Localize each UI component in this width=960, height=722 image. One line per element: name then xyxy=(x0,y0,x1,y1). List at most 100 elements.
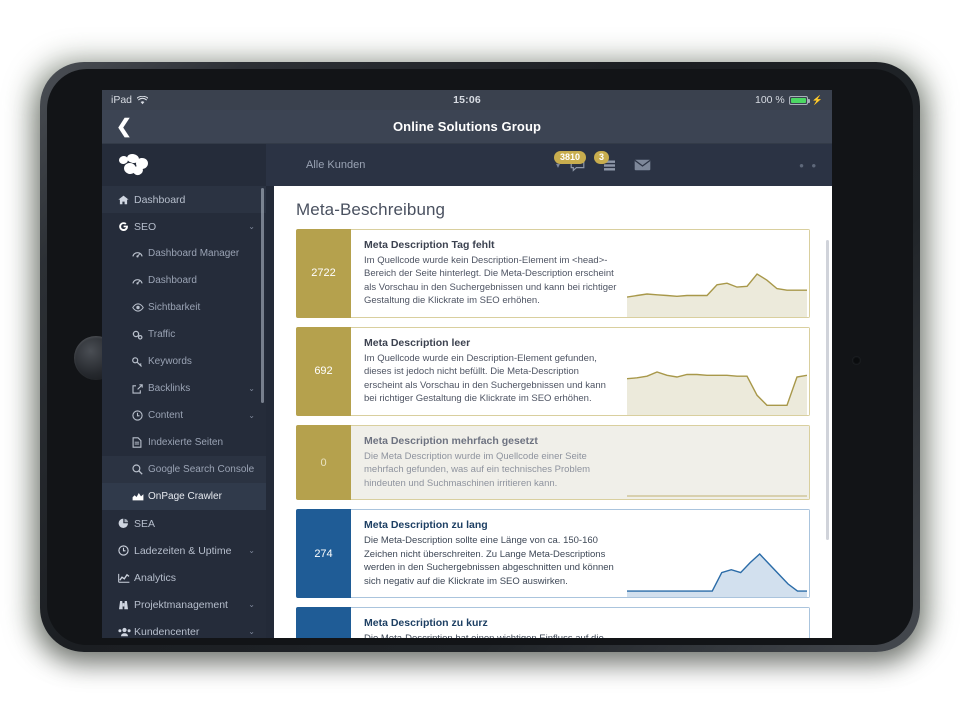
issue-description: Die Meta Description wurde im Quellcode … xyxy=(364,450,591,489)
issue-card[interactable]: 0 Meta Description mehrfach gesetzt Die Me… xyxy=(296,424,810,501)
chevron-down-icon[interactable]: ⌄ xyxy=(248,546,255,555)
battery-icon xyxy=(788,95,810,105)
sidebar-item-label: Dashboard xyxy=(148,275,197,286)
issue-sparkline xyxy=(627,425,809,500)
chevron-left-icon[interactable]: ❮ xyxy=(116,117,132,136)
app-logo-icon xyxy=(118,153,149,177)
users-icon xyxy=(118,627,134,637)
issue-count: 2722 xyxy=(296,229,351,318)
content-column: Alle Kunden ▾ 3810 3 • • Meta-Beschreibu… xyxy=(266,144,832,638)
sidebar-item-label: Content xyxy=(148,410,184,421)
ellipsis-icon[interactable]: • • xyxy=(799,158,818,173)
mail-button[interactable] xyxy=(634,159,651,171)
issue-title: Meta Description zu lang xyxy=(364,519,488,532)
page-title-navbar: Online Solutions Group xyxy=(392,119,542,134)
search-icon xyxy=(132,464,148,475)
issue-card[interactable]: 2722 Meta Description Tag fehlt Im Quellco… xyxy=(296,229,810,318)
sidebar-scrollbar[interactable] xyxy=(261,188,264,403)
issue-title: Meta Description mehrfach gesetzt xyxy=(364,434,538,447)
envelope-icon xyxy=(634,159,651,171)
main-panel: Meta-Beschreibung 2722 Meta Description T… xyxy=(274,186,832,638)
issue-text: Meta Description zu kurz Die Meta-Descrip… xyxy=(351,608,627,638)
sidebar-item-onpage-crawler[interactable]: OnPage Crawler xyxy=(102,483,266,510)
sidebar-item-label: Analytics xyxy=(134,571,177,584)
issue-card[interactable]: 463 Meta Description zu kurz Die Meta-Desc… xyxy=(296,607,810,638)
issue-description: Im Quellcode wurde kein Description-Elem… xyxy=(364,255,617,307)
issue-sparkline xyxy=(627,608,809,638)
sidebar-item-kundencenter[interactable]: Kundencenter ⌄ xyxy=(102,618,266,638)
google-g-icon xyxy=(118,221,134,232)
sidebar-item-sichtbarkeit[interactable]: Sichtbarkeit xyxy=(102,294,266,321)
ipad-screen: iPad 15:06 100 % ⚡ ❮ Online Solutions Gr… xyxy=(102,90,832,638)
sidebar-item-label: Ladezeiten & Uptime xyxy=(134,544,232,557)
tasks-badge: 3810 xyxy=(554,150,587,164)
notifications-button[interactable]: 3 xyxy=(594,150,616,172)
issue-text: Meta Description mehrfach gesetzt Die Met… xyxy=(351,426,627,499)
issue-card-body: Meta Description Tag fehlt Im Quellcode w… xyxy=(351,229,810,318)
chevron-down-icon[interactable]: ⌄ xyxy=(248,627,255,636)
issue-title: Meta Description Tag fehlt xyxy=(364,239,495,251)
chevron-down-icon[interactable]: ⌄ xyxy=(248,600,255,609)
chevron-down-icon[interactable]: ⌄ xyxy=(248,222,255,231)
eye-icon xyxy=(132,303,148,312)
sidebar-item-label: Google Search Console xyxy=(148,464,255,475)
clock-icon xyxy=(132,410,148,421)
app-topbar: Alle Kunden ▾ 3810 3 • • xyxy=(266,144,832,186)
panel-scrollbar[interactable] xyxy=(826,240,829,540)
issue-card[interactable]: 692 Meta Description leer Im Quellcode wur… xyxy=(296,326,810,416)
sidebar-item-dashboard-manager[interactable]: Dashboard Manager xyxy=(102,240,266,267)
sidebar-item-seo[interactable]: SEO ⌄ xyxy=(102,213,266,240)
key-icon xyxy=(132,356,148,367)
sidebar-item-content[interactable]: Content ⌄ xyxy=(102,402,266,429)
issue-description: Die Meta-Description sollte eine Länge v… xyxy=(364,535,614,587)
sidebar-item-ladezeiten-uptime[interactable]: Ladezeiten & Uptime ⌄ xyxy=(102,537,266,564)
sidebar-item-sea[interactable]: SEA xyxy=(102,510,266,537)
battery-percent-label: 100 % xyxy=(755,94,785,106)
sidebar-item-indexierte-seiten[interactable]: Indexierte Seiten xyxy=(102,429,266,456)
sidebar-item-keywords[interactable]: Keywords xyxy=(102,348,266,375)
issue-card-body: Meta Description zu lang Die Meta-Descrip… xyxy=(351,509,810,599)
sidebar-item-label: Dashboard Manager xyxy=(148,248,240,259)
clock-icon xyxy=(118,545,134,556)
topbar-icon-group: 3810 3 xyxy=(554,150,651,172)
issue-count: 463 xyxy=(296,607,351,638)
issue-card-body: Meta Description zu kurz Die Meta-Descrip… xyxy=(351,607,810,638)
sidebar-item-projektmanagement[interactable]: Projektmanagement ⌄ xyxy=(102,591,266,618)
sidebar-item-backlinks[interactable]: Backlinks ⌄ xyxy=(102,375,266,402)
sidebar-item-analytics[interactable]: Analytics xyxy=(102,564,266,591)
sidebar: Dashboard SEO ⌄ Dashboard Manager Dashboard S… xyxy=(102,144,266,638)
sidebar-item-label: Traffic xyxy=(148,329,176,340)
sidebar-item-label: Kundencenter xyxy=(134,625,200,638)
gears-icon xyxy=(132,330,148,340)
issue-card[interactable]: 274 Meta Description zu lang Die Meta-Desc… xyxy=(296,509,810,599)
brand-logo[interactable] xyxy=(102,144,266,186)
notifications-badge: 3 xyxy=(594,150,610,164)
binoculars-icon xyxy=(118,600,134,610)
chevron-down-icon[interactable]: ⌄ xyxy=(248,384,255,393)
issue-count: 274 xyxy=(296,509,351,599)
chevron-down-icon[interactable]: ⌄ xyxy=(248,411,255,420)
issue-sparkline xyxy=(627,328,809,415)
sidebar-item-label: Projektmanagement xyxy=(134,598,228,611)
sidebar-item-label: Sichtbarkeit xyxy=(148,302,201,313)
issue-title: Meta Description zu kurz xyxy=(364,617,488,630)
issue-count: 692 xyxy=(296,326,351,416)
issue-sparkline xyxy=(627,230,809,317)
sidebar-item-google-search-console[interactable]: Google Search Console xyxy=(102,456,266,483)
issue-description: Im Quellcode wurde ein Description-Eleme… xyxy=(364,352,606,405)
tasks-button[interactable]: 3810 xyxy=(554,150,587,172)
sidebar-item-dashboard[interactable]: Dashboard xyxy=(102,186,266,213)
sidebar-item-dashboard[interactable]: Dashboard xyxy=(102,267,266,294)
sidebar-item-traffic[interactable]: Traffic xyxy=(102,321,266,348)
chart-area-icon xyxy=(132,492,148,501)
home-icon xyxy=(118,195,134,205)
issue-sparkline xyxy=(627,510,809,598)
front-camera-icon xyxy=(852,356,861,365)
sidebar-nav-list: Dashboard SEO ⌄ Dashboard Manager Dashboard S… xyxy=(102,186,266,638)
sidebar-item-label: Indexierte Seiten xyxy=(148,437,224,448)
customer-select[interactable]: Alle Kunden ▾ xyxy=(266,159,566,171)
sidebar-item-label: Keywords xyxy=(148,356,192,367)
page-title: Meta-Beschreibung xyxy=(296,200,446,219)
screenshot-stage: iPad 15:06 100 % ⚡ ❮ Online Solutions Gr… xyxy=(0,0,960,722)
issue-title: Meta Description leer xyxy=(364,336,471,349)
